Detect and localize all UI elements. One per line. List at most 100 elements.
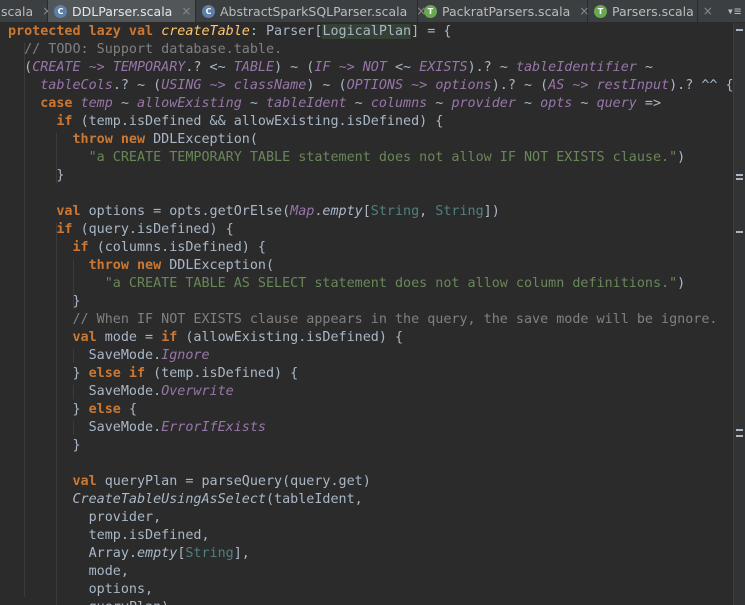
code-line[interactable]: } else if (temp.isDefined) { [0, 365, 734, 383]
code-line[interactable]: tableCols.? ~ (USING ~> className) ~ (OP… [0, 77, 734, 95]
code-token: ~> [411, 78, 428, 93]
code-line[interactable]: protected lazy val createTable: Parser[L… [0, 23, 734, 41]
tab-label: PackratParsers.scala [442, 3, 571, 19]
close-icon[interactable]: × [703, 4, 713, 18]
gutter-marker[interactable] [736, 429, 743, 431]
code-line[interactable]: } [0, 167, 734, 185]
code-line[interactable]: val mode = if (allowExisting.isDefined) … [0, 329, 734, 347]
code-token: tableIdentifier [515, 60, 637, 75]
code-line[interactable]: if (query.isDefined) { [0, 221, 734, 239]
code-token: ~ [427, 96, 452, 111]
code-token: => [636, 96, 662, 111]
code-line[interactable]: } [0, 293, 734, 311]
code-token: columns [370, 96, 428, 111]
code-line[interactable]: queryPlan) [0, 599, 734, 605]
code-token: provider [451, 96, 516, 111]
error-stripe-gutter[interactable] [733, 23, 745, 605]
tab-label: DDLParser.scala [72, 3, 173, 19]
editor-tab[interactable]: T PackratParsers.scala × [418, 0, 589, 22]
code-token: ~> [209, 78, 226, 93]
code-line[interactable]: if (columns.isDefined) { [0, 239, 734, 257]
code-line[interactable]: (CREATE ~> TEMPORARY.? <~ TABLE) ~ (IF ~… [0, 59, 734, 77]
code-line[interactable]: SaveMode.Ignore [0, 347, 734, 365]
code-token: ~> [338, 60, 355, 75]
code-token: options [435, 78, 492, 93]
code-token: ).? ~ ( [491, 78, 549, 93]
code-line[interactable]: } else { [0, 401, 734, 419]
code-line[interactable]: // TODO: Support database.table. [0, 41, 734, 59]
code-line[interactable] [0, 185, 734, 203]
close-icon[interactable]: × [181, 4, 191, 18]
code-line[interactable]: Array.empty[String], [0, 545, 734, 563]
code-line[interactable]: } [0, 437, 734, 455]
code-token: ] = { [411, 24, 452, 39]
code-token: val [72, 330, 105, 345]
code-line[interactable]: CreateTableUsingAsSelect(tableIdent, [0, 491, 734, 509]
code-token: (temp.isDefined && allowExisting.isDefin… [80, 114, 444, 129]
code-token: (query.isDefined) { [80, 222, 234, 237]
tab-label: scala [1, 3, 34, 19]
editor-tab[interactable]: scala× [0, 0, 52, 22]
code-token: protected lazy val [8, 24, 162, 39]
gutter-marker[interactable] [736, 231, 743, 233]
code-token: // When IF NOT EXISTS clause appears in … [72, 312, 718, 327]
code-token: ) ~ ( [274, 60, 315, 75]
code-line[interactable] [0, 455, 734, 473]
code-line[interactable]: val queryPlan = parseQuery(query.get) [0, 473, 734, 491]
code-line[interactable]: SaveMode.Overwrite [0, 383, 734, 401]
code-token: Array. [8, 546, 137, 561]
gutter-marker[interactable] [736, 435, 743, 437]
code-token: queryPlan = parseQuery(query.get) [104, 474, 371, 489]
code-token: EXISTS [419, 60, 468, 75]
code-token: ]) [483, 204, 500, 219]
code-token: ).? ~ [467, 60, 516, 75]
code-line[interactable]: provider, [0, 509, 734, 527]
code-token: options, [8, 582, 154, 597]
code-token: Overwrite [161, 384, 234, 399]
code-token: ~ [572, 96, 597, 111]
code-line[interactable]: SaveMode.ErrorIfExists [0, 419, 734, 437]
code-token: AS [548, 78, 565, 93]
editor-tab[interactable]: C DDLParser.scala × [48, 0, 196, 22]
code-token: val [56, 204, 89, 219]
code-token: : Parser[ [249, 24, 323, 39]
code-line[interactable]: case temp ~ allowExisting ~ tableIdent ~… [0, 95, 734, 113]
code-token: createTable [161, 24, 250, 39]
gutter-marker[interactable] [736, 29, 743, 31]
code-line[interactable]: "a CREATE TEMPORARY TABLE statement does… [0, 149, 734, 167]
code-token: ~> [572, 78, 589, 93]
code-token: Ignore [161, 348, 210, 363]
code-token: ~ [515, 96, 541, 111]
code-line[interactable]: if (temp.isDefined && allowExisting.isDe… [0, 113, 734, 131]
code-line[interactable]: options, [0, 581, 734, 599]
code-line[interactable]: throw new DDLException( [0, 131, 734, 149]
code-token: queryPlan) [8, 600, 170, 605]
code-token: allowExisting [137, 96, 242, 111]
gutter-marker[interactable] [736, 174, 743, 176]
code-line[interactable]: val options = opts.getOrElse(Map.empty[S… [0, 203, 734, 221]
code-token: ~> [88, 60, 105, 75]
code-line[interactable]: temp.isDefined, [0, 527, 734, 545]
code-token: ~ [346, 96, 371, 111]
code-token: (allowExisting.isDefined) { [185, 330, 404, 345]
code-line[interactable]: mode, [0, 563, 734, 581]
code-line[interactable]: // When IF NOT EXISTS clause appears in … [0, 311, 734, 329]
code-token: IF [314, 60, 331, 75]
code-line[interactable]: "a CREATE TABLE AS SELECT statement does… [0, 275, 734, 293]
code-token: if [56, 114, 81, 129]
code-line[interactable]: throw new DDLException( [0, 257, 734, 275]
editor-tab[interactable]: T Parsers.scala × [588, 0, 713, 22]
gutter-marker[interactable] [736, 178, 743, 180]
editor-tab[interactable]: C AbstractSparkSQLParser.scala × [196, 0, 426, 22]
code-token: DDLException( [153, 132, 258, 147]
tab-list-menu-icon[interactable]: ▾≡ [723, 0, 745, 22]
code-editor[interactable]: protected lazy val createTable: Parser[L… [0, 23, 734, 605]
